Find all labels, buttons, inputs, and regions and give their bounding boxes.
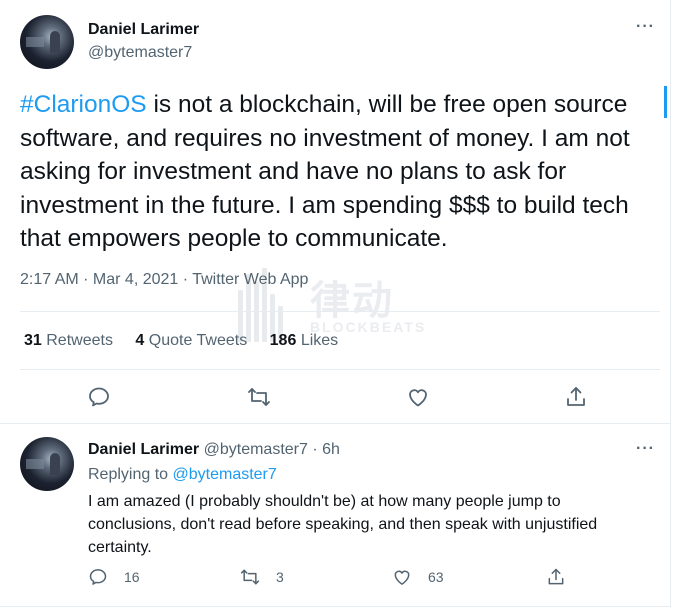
- reply-author-handle[interactable]: @bytemaster7: [204, 441, 308, 458]
- share-icon[interactable]: [564, 385, 588, 409]
- quote-count: 4: [135, 332, 145, 349]
- reply-like-button[interactable]: 63: [392, 566, 444, 588]
- text-cursor: [664, 86, 667, 118]
- quote-label: Quote Tweets: [148, 332, 248, 349]
- reply-author-avatar[interactable]: [20, 437, 74, 491]
- reply-share-button[interactable]: [546, 566, 582, 588]
- retweets-count: 31: [24, 332, 42, 349]
- reply-reply-count: 16: [124, 569, 140, 585]
- reply-icon: [89, 569, 107, 585]
- reply-text: I am amazed (I probably shouldn't be) at…: [88, 493, 598, 556]
- section-separator: [0, 423, 670, 424]
- reply-time[interactable]: 6h: [322, 441, 340, 458]
- watermark-cn: 律动: [310, 279, 394, 323]
- replying-mention[interactable]: @bytemaster7: [173, 466, 277, 483]
- more-horizontal-icon[interactable]: ···: [636, 18, 655, 36]
- avatar-figure-shape: [50, 31, 60, 53]
- avatar-screen-shape: [26, 37, 44, 47]
- retweet-icon: [240, 569, 260, 585]
- divider-meta: [20, 311, 660, 312]
- reply-header: Daniel Larimer @bytemaster7 · 6h: [88, 441, 340, 459]
- hashtag-link[interactable]: #ClarionOS: [20, 91, 147, 118]
- quote-tweets-stat[interactable]: 4 Quote Tweets: [135, 332, 247, 349]
- author-name[interactable]: Daniel Larimer: [88, 21, 199, 39]
- likes-count: 186: [269, 332, 297, 349]
- replying-prefix: Replying to: [88, 466, 173, 483]
- reply-author-name[interactable]: Daniel Larimer: [88, 441, 199, 458]
- retweets-label: Retweets: [46, 332, 113, 349]
- reply-retweet-count: 3: [276, 569, 284, 585]
- retweets-stat[interactable]: 31 Retweets: [24, 332, 113, 349]
- reply-reply-button[interactable]: 16: [88, 566, 140, 588]
- reply-more-horizontal-icon[interactable]: ···: [636, 440, 655, 458]
- tweet-stats: 31 Retweets 4 Quote Tweets 186 Likes: [24, 332, 356, 350]
- tweet-text: #ClarionOS is not a blockchain, will be …: [20, 88, 660, 256]
- share-icon: [548, 568, 564, 585]
- divider-stats: [20, 369, 660, 370]
- avatar-figure-shape: [50, 453, 60, 475]
- author-avatar[interactable]: [20, 15, 74, 69]
- reply-like-count: 63: [428, 569, 444, 585]
- like-icon[interactable]: [406, 385, 430, 409]
- tweet-meta[interactable]: 2:17 AM · Mar 4, 2021 · Twitter Web App: [20, 271, 308, 289]
- retweet-icon[interactable]: [247, 385, 271, 409]
- reply-time-separator: ·: [307, 441, 323, 458]
- reply-icon[interactable]: [87, 385, 111, 409]
- replying-to: Replying to @bytemaster7: [88, 466, 277, 484]
- like-icon: [394, 570, 410, 585]
- likes-stat[interactable]: 186 Likes: [270, 332, 339, 349]
- author-handle[interactable]: @bytemaster7: [88, 44, 192, 62]
- likes-label: Likes: [300, 332, 339, 349]
- avatar-screen-shape: [26, 459, 44, 469]
- reply-retweet-button[interactable]: 3: [240, 566, 284, 588]
